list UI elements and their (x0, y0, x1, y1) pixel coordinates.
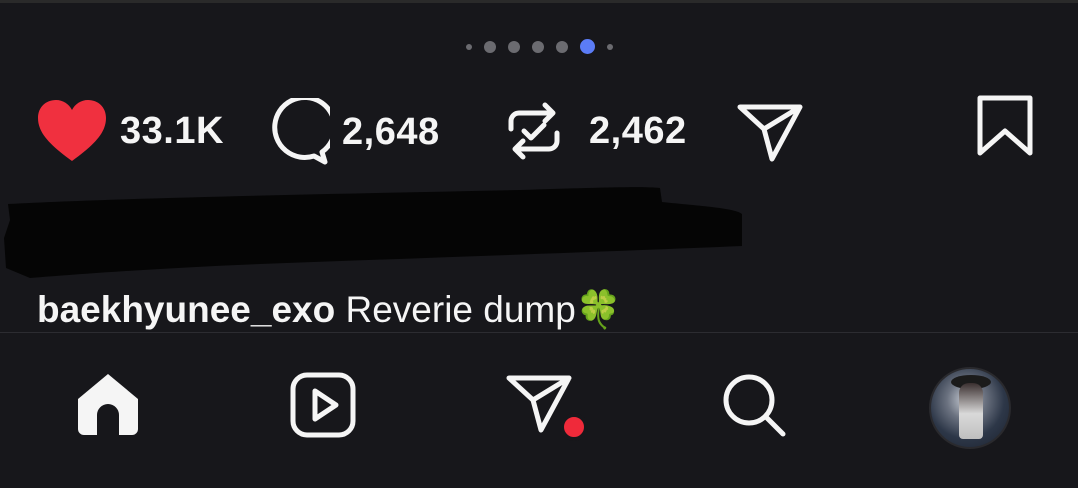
repost-icon[interactable] (505, 101, 563, 161)
notification-dot (560, 413, 588, 441)
carousel-dot (465, 43, 472, 50)
share-action (736, 101, 804, 163)
clover-emoji: 🍀 (575, 289, 622, 330)
post-caption: baekhyunee_exo Reverie dump🍀 (37, 286, 622, 334)
nav-search[interactable] (721, 372, 787, 438)
reels-icon[interactable] (290, 372, 356, 438)
heart-icon[interactable] (36, 99, 108, 163)
carousel-indicator (0, 39, 1078, 54)
nav-profile[interactable] (929, 367, 1011, 449)
bookmark-icon[interactable] (977, 95, 1033, 157)
nav-reels[interactable] (290, 372, 356, 438)
carousel-dot-active (579, 39, 595, 54)
search-icon[interactable] (721, 372, 787, 438)
image-bottom-edge (0, 0, 1078, 3)
carousel-dot (606, 43, 613, 50)
nav-home[interactable] (74, 371, 142, 437)
caption-text: Reverie dump (345, 289, 576, 330)
repost-action: 2,462 (505, 101, 687, 161)
redacted-content (4, 187, 742, 278)
avatar[interactable] (929, 367, 1011, 449)
avatar-figure (959, 383, 983, 439)
comment-count[interactable]: 2,648 (342, 111, 440, 154)
home-icon[interactable] (74, 371, 142, 437)
like-count[interactable]: 33.1K (120, 110, 224, 153)
carousel-dot (507, 40, 520, 53)
repost-count[interactable]: 2,462 (589, 110, 687, 153)
like-action: 33.1K (36, 99, 224, 163)
carousel-dot (483, 40, 496, 53)
comment-icon[interactable] (262, 98, 330, 166)
comment-action: 2,648 (262, 98, 440, 166)
carousel-dot (555, 40, 568, 53)
caption-username[interactable]: baekhyunee_exo (37, 289, 335, 330)
send-icon[interactable] (505, 372, 589, 442)
send-icon[interactable] (736, 101, 804, 163)
post-actions-bar: 33.1K 2,648 2,462 (0, 95, 1078, 165)
bottom-navigation (0, 333, 1078, 488)
nav-messages[interactable] (505, 372, 589, 442)
save-action (977, 95, 1033, 157)
carousel-dot (531, 40, 544, 53)
